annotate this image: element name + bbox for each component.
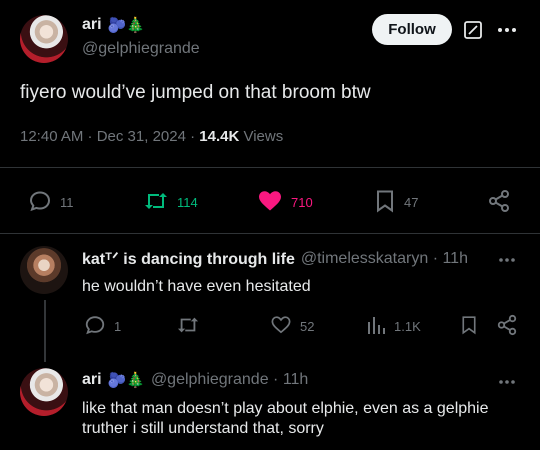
reply-action[interactable]: 11 <box>28 189 74 216</box>
author-handle[interactable]: @gelphiegrande <box>82 40 200 58</box>
author-name[interactable]: ari <box>82 16 102 34</box>
reply-author-emojis: 🫐🎄 <box>107 372 145 389</box>
reply-action[interactable]: 1 <box>84 314 121 339</box>
reply-icon <box>28 189 52 216</box>
heart-icon <box>270 314 292 339</box>
more-icon[interactable] <box>496 374 518 390</box>
bookmark-count: 47 <box>404 195 419 210</box>
repost-action[interactable]: 114 <box>143 189 198 216</box>
share-icon[interactable] <box>486 189 512 213</box>
reply-author-handle[interactable]: @gelphiegrande · 11h <box>151 371 308 389</box>
reply-author-name[interactable]: ari <box>82 371 102 389</box>
bookmark-icon <box>374 189 396 216</box>
bookmark-icon[interactable] <box>460 314 478 336</box>
like-count: 52 <box>300 319 315 334</box>
views-count: 1.1K <box>394 319 421 334</box>
reply-count: 11 <box>60 195 74 210</box>
bookmark-action[interactable]: 47 <box>374 189 418 216</box>
avatar[interactable] <box>20 246 68 294</box>
tweet-text: fiyero would’ve jumped on that broom btw <box>20 82 371 103</box>
reply-author-handle[interactable]: @timelesskataryn · 11h <box>301 250 468 268</box>
more-icon[interactable] <box>496 252 518 268</box>
tweet-time[interactable]: 12:40 AM · Dec 31, 2024 · <box>20 128 199 145</box>
views-label: Views <box>239 128 284 145</box>
more-icon[interactable] <box>494 19 520 41</box>
reply-author-row[interactable]: katᵀᐟ is dancing through life @timelessk… <box>82 249 468 269</box>
repost-icon[interactable] <box>176 314 200 336</box>
like-count: 710 <box>291 195 313 210</box>
thread-line <box>44 300 46 362</box>
reply-text: like that man doesn’t play about elphie,… <box>82 400 489 437</box>
share-icon[interactable] <box>496 314 518 336</box>
edit-icon[interactable] <box>462 19 484 41</box>
avatar[interactable] <box>20 368 68 416</box>
reply-count: 1 <box>114 319 122 334</box>
follow-button[interactable]: Follow <box>372 14 452 45</box>
avatar[interactable] <box>20 15 68 63</box>
analytics-icon <box>366 314 386 339</box>
reply-author-name[interactable]: katᵀᐟ is dancing through life <box>82 249 295 269</box>
repost-icon <box>143 189 169 216</box>
reply-author-row[interactable]: ari 🫐🎄 @gelphiegrande · 11h <box>82 371 308 389</box>
views-count: 14.4K <box>199 128 240 145</box>
divider <box>0 167 540 168</box>
views-action[interactable]: 1.1K <box>366 314 421 339</box>
reply-text: he wouldn’t have even hesitated <box>82 278 311 295</box>
tweet-meta: 12:40 AM · Dec 31, 2024 · 14.4K Views <box>20 128 283 145</box>
like-action[interactable]: 52 <box>270 314 314 339</box>
author-emojis: 🫐🎄 <box>107 17 145 34</box>
heart-icon <box>257 189 283 216</box>
author-name-row[interactable]: ari 🫐🎄 <box>82 16 145 34</box>
reply-icon <box>84 314 106 339</box>
like-action[interactable]: 710 <box>257 189 313 216</box>
divider <box>0 233 540 234</box>
repost-count: 114 <box>177 195 198 210</box>
